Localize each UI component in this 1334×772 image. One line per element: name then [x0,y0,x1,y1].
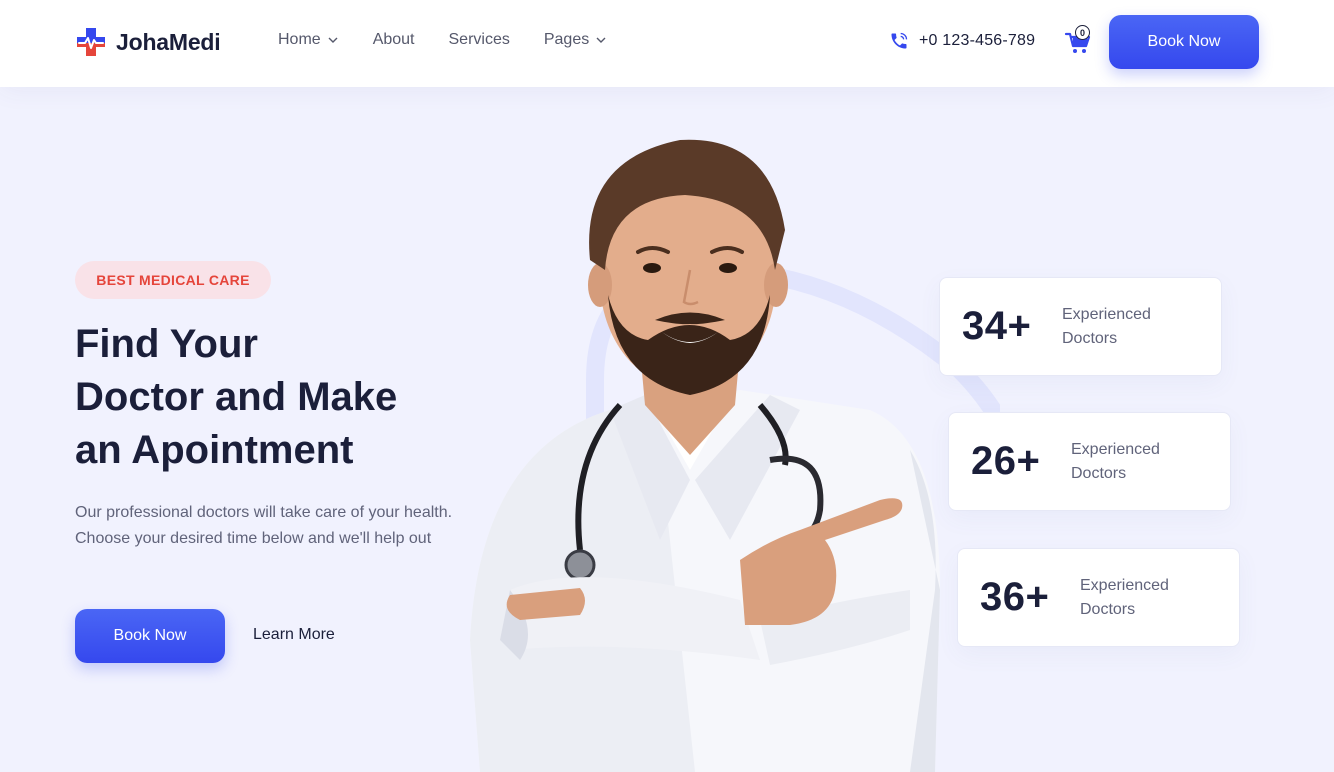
doctor-image [470,139,1000,772]
hero-title-line: an Apointment [75,428,354,472]
stat-value: 26+ [971,439,1041,483]
nav-item-pages[interactable]: Pages [544,31,607,49]
hero-description: Our professional doctors will take care … [75,504,453,547]
stat-label: Experienced Doctors [1062,303,1182,351]
hero-title-line: Find Your [75,322,258,366]
medical-cross-logo-icon [77,28,105,56]
header-book-now-button[interactable]: Book Now [1109,15,1259,69]
brand-name: JohaMedi [116,28,221,55]
stat-label-line: Doctors [1062,329,1118,347]
chevron-down-icon [328,37,338,43]
phone-contact[interactable]: +0 123-456-789 [889,31,1035,51]
cart-count-badge: 0 [1075,25,1090,40]
nav-item-label: About [372,31,415,48]
stat-label: Experienced Doctors [1071,438,1191,486]
nav-item-label: Home [278,31,321,48]
learn-more-link[interactable]: Learn More [253,626,335,644]
hero-badge: BEST MEDICAL CARE [75,261,271,299]
stat-label-line: Doctors [1071,464,1127,482]
stat-card: 34+ Experienced Doctors [939,277,1222,376]
hero-title: Find Your Doctor and Make an Apointment [75,318,495,477]
chevron-down-icon [596,37,606,43]
phone-icon [891,32,908,49]
site-header: JohaMedi Home About Services Pages +0 12… [0,0,1334,87]
main-nav: Home About Services Pages [278,31,607,49]
nav-item-label: Services [448,31,510,48]
nav-item-about[interactable]: About [373,31,415,49]
stat-label-line: Experienced [1062,305,1151,323]
stat-label-line: Experienced [1080,576,1169,594]
stat-label: Experienced Doctors [1080,574,1200,622]
stat-value: 34+ [962,304,1032,348]
nav-item-home[interactable]: Home [278,31,339,49]
stat-label-line: Doctors [1080,600,1136,618]
brand-logo[interactable]: JohaMedi [75,26,221,58]
stat-label-line: Experienced [1071,440,1160,458]
phone-number: +0 123-456-789 [919,32,1036,49]
hero-book-now-button[interactable]: Book Now [75,609,225,663]
nav-item-services[interactable]: Services [449,31,510,49]
stat-value: 36+ [980,575,1050,619]
stat-card: 36+ Experienced Doctors [957,548,1240,647]
hero-title-line: Doctor and Make [75,375,398,419]
stat-card: 26+ Experienced Doctors [948,412,1231,511]
nav-item-label: Pages [543,31,590,48]
